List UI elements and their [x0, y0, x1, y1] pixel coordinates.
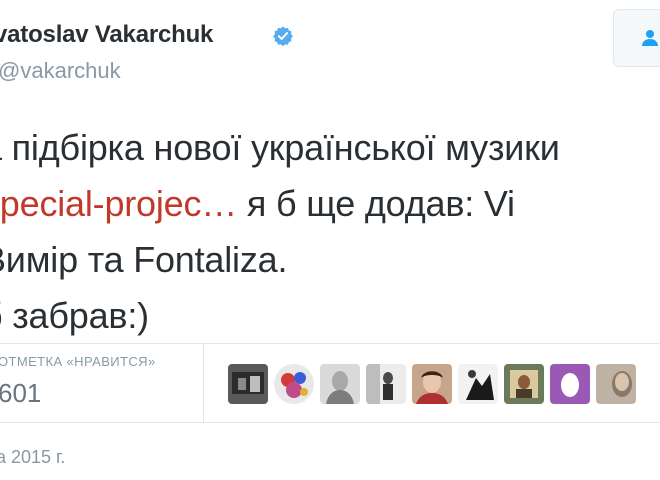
tweet-line-4: б забрав:)	[0, 295, 149, 336]
stats-divider	[203, 344, 204, 422]
tweet-line-2: special-projec… я б ще додав: Vi	[0, 176, 560, 232]
verified-badge-icon	[273, 26, 293, 47]
avatar[interactable]	[320, 364, 360, 404]
avatar[interactable]	[274, 364, 314, 404]
tweet-link[interactable]: special-projec…	[0, 183, 237, 224]
profile-name[interactable]: vatoslav Vakarchuk	[0, 21, 213, 49]
tweet-line-3: Вимір та Fontaliza.	[0, 239, 288, 280]
avatar[interactable]	[366, 364, 406, 404]
likes-count[interactable]: 601	[0, 378, 41, 409]
follow-button[interactable]	[613, 9, 660, 67]
avatar[interactable]	[596, 364, 636, 404]
profile-handle-text: vakarchuk	[20, 58, 121, 83]
profile-handle[interactable]: @vakarchuk	[0, 58, 121, 84]
tweet-line-1: а підбірка нової української музики	[0, 127, 560, 168]
avatar[interactable]	[550, 364, 590, 404]
tweet-line-2-rest: я б ще додав: Vi	[237, 183, 515, 224]
avatar[interactable]	[504, 364, 544, 404]
avatar[interactable]	[412, 364, 452, 404]
tweet-stats: ОТМЕТКА «НРАВИТСЯ» 601	[0, 343, 660, 423]
avatar[interactable]	[228, 364, 268, 404]
likes-label[interactable]: ОТМЕТКА «НРАВИТСЯ»	[0, 354, 156, 369]
tweet-text: а підбірка нової української музики spec…	[0, 120, 560, 344]
tweet-card: vatoslav Vakarchuk @vakarchuk а підбірка…	[0, 0, 660, 480]
follow-user-icon	[642, 30, 658, 46]
tweet-date[interactable]: а 2015 г.	[0, 447, 65, 468]
avatar[interactable]	[458, 364, 498, 404]
